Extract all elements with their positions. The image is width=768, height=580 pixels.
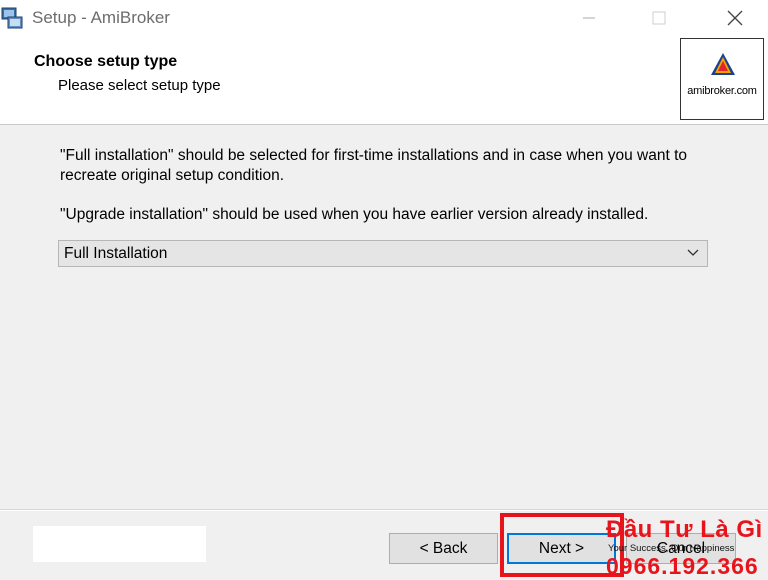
setup-type-selected-value: Full Installation (64, 245, 168, 262)
minimize-icon[interactable] (566, 0, 612, 36)
amibroker-logo: amibroker.com (680, 38, 764, 120)
amibroker-logo-icon (711, 53, 735, 75)
chevron-down-icon (687, 249, 699, 256)
full-installation-description: "Full installation" should be selected f… (60, 147, 688, 184)
upgrade-installation-description: "Upgrade installation" should be used wh… (60, 206, 649, 223)
logo-text: amibroker.com (687, 85, 757, 97)
wizard-header: Choose setup type Please select setup ty… (0, 36, 768, 125)
setup-installer-icon (1, 7, 23, 29)
watermark-brand: Đầu Tư Là Gì (606, 516, 763, 543)
setup-type-select[interactable]: Full Installation (58, 240, 708, 267)
maximize-icon[interactable] (636, 0, 682, 36)
back-button[interactable]: < Back (389, 533, 498, 564)
watermark-phone: 0966.192.366 (606, 553, 759, 579)
status-area (33, 526, 206, 562)
footer-divider-highlight (0, 510, 768, 511)
window-title: Setup - AmiBroker (32, 8, 170, 27)
close-icon[interactable] (712, 0, 758, 36)
window-titlebar[interactable]: Setup - AmiBroker (0, 0, 768, 36)
page-title: Choose setup type (34, 53, 178, 70)
page-subtitle: Please select setup type (58, 77, 221, 94)
